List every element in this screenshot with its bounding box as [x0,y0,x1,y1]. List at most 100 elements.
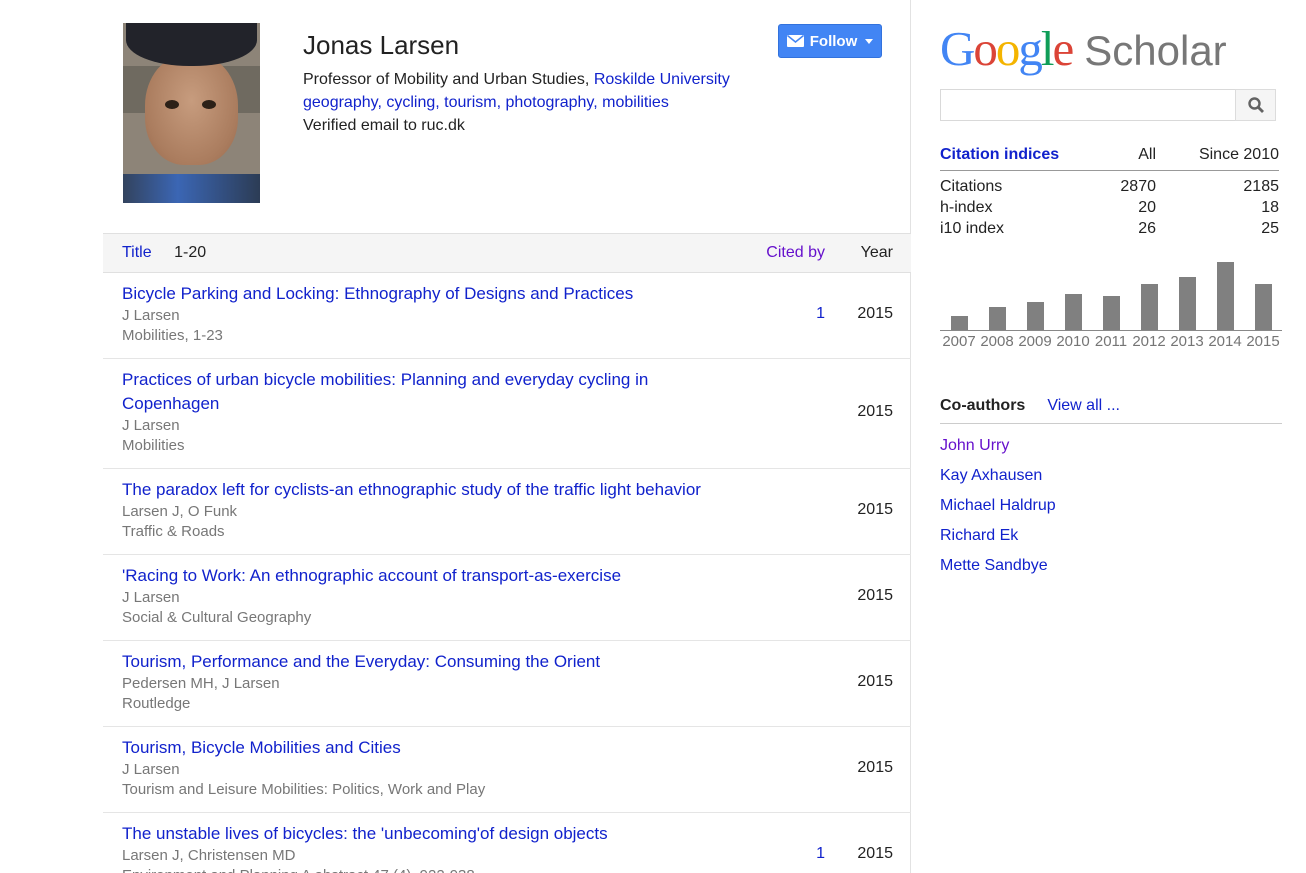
publication-authors: Larsen J, Christensen MD [122,846,722,866]
publication-title-cell: The unstable lives of bicycles: the 'unb… [103,822,725,873]
coauthors-section: Co-authors View all ... John UrryKay Axh… [940,397,1282,574]
citation-index-all-value: 2870 [1076,176,1156,197]
header-year-cell: Year [825,244,911,262]
publication-title-cell: Tourism, Bicycle Mobilities and CitiesJ … [103,736,725,800]
publication-row: Bicycle Parking and Locking: Ethnography… [103,273,911,359]
photo-cap [126,23,258,66]
citation-index-since-value: 18 [1156,197,1279,218]
affiliation-university-link[interactable]: Roskilde University [594,71,730,88]
profile-affiliation: Professor of Mobility and Urban Studies,… [303,68,730,91]
publication-cited-cell: 1 [725,305,825,323]
header-cited-cell: Cited by [725,244,825,262]
search-icon [1247,96,1265,114]
coauthors-list: John Urry Kay Axhausen Michael Haldrup Rich… [940,438,1282,574]
citation-index-row: Citations28702185 [940,176,1279,197]
cited-by-count-link[interactable]: 1 [816,305,825,322]
citation-index-since-value: 2185 [1156,176,1279,197]
publication-year: 2015 [825,403,911,421]
coauthor-link[interactable]: Kay Axhausen [940,468,1282,484]
citation-index-label: h-index [940,197,1076,218]
photo-jacket [123,174,260,203]
search-input[interactable] [940,89,1235,121]
scholar-logo-text: Scholar [1084,26,1226,76]
publication-row: Tourism, Performance and the Everyday: C… [103,641,911,727]
sidebar: Google Scholar Citation indices All Sinc… [911,0,1305,873]
publication-title-link[interactable]: The unstable lives of bicycles: the 'unb… [122,822,722,846]
publication-title-cell: Tourism, Performance and the Everyday: C… [103,650,725,714]
google-logo-letter: e [1053,24,1073,76]
chart-bars [940,261,1282,331]
publication-title-link[interactable]: Bicycle Parking and Locking: Ethnography… [122,282,722,306]
cited-by-count-link[interactable]: 1 [816,845,825,862]
citation-index-since-value: 25 [1156,218,1279,239]
publication-authors: J Larsen [122,760,722,780]
chart-bar-slot [1206,262,1244,330]
google-logo-letter: G [940,24,973,76]
profile-photo [123,23,260,203]
chart-year-label: 2015 [1244,331,1282,350]
chart-bar-slot [978,307,1016,330]
publication-year: 2015 [825,501,911,519]
search-button[interactable] [1235,89,1276,121]
interest-link[interactable]: mobilities [602,94,669,111]
header-title-cell: Title 1-20 [103,244,725,262]
publication-authors: J Larsen [122,306,722,326]
publication-title-link[interactable]: Tourism, Bicycle Mobilities and Cities [122,736,722,760]
publication-venue: Traffic & Roads [122,522,722,542]
publication-title-link[interactable]: Tourism, Performance and the Everyday: C… [122,650,722,674]
publication-row: Tourism, Bicycle Mobilities and CitiesJ … [103,727,911,813]
interest-link[interactable]: geography [303,94,377,111]
google-logo-letter: o [996,24,1019,76]
interest-link[interactable]: cycling [386,94,435,111]
chart-bar [1217,262,1234,330]
citation-indices-rows: Citations28702185h-index2018i10 index262… [940,176,1279,239]
coauthor-link[interactable]: Michael Haldrup [940,498,1282,514]
chart-bar [1255,284,1272,330]
chart-bar [1027,302,1044,330]
sort-by-title-link[interactable]: Title [122,244,152,261]
google-logo: Google [940,24,1072,74]
publication-row: Practices of urban bicycle mobilities: P… [103,359,911,469]
interest-link[interactable]: photography [505,94,593,111]
coauthor-link[interactable]: Mette Sandbye [940,558,1282,574]
chart-bar [1103,296,1120,330]
interest-link[interactable]: tourism [444,94,496,111]
follow-button[interactable]: Follow [778,24,882,58]
publication-title-link[interactable]: Practices of urban bicycle mobilities: P… [122,368,722,416]
publication-venue: Routledge [122,694,722,714]
chart-bar-slot [1168,277,1206,330]
chart-year-label: 2007 [940,331,978,350]
photo-face [145,54,238,166]
chart-year-label: 2009 [1016,331,1054,350]
publication-title-link[interactable]: The paradox left for cyclists-an ethnogr… [122,478,722,502]
result-range: 1-20 [174,244,206,261]
follow-button-label: Follow [810,33,858,50]
publication-row: The unstable lives of bicycles: the 'unb… [103,813,911,873]
publication-authors: J Larsen [122,588,722,608]
citation-index-label: Citations [940,176,1076,197]
citation-indices: Citation indices All Since 2010 Citation… [940,146,1279,239]
google-logo-letter: o [973,24,996,76]
citation-index-all-value: 26 [1076,218,1156,239]
chart-year-label: 2008 [978,331,1016,350]
publication-row: The paradox left for cyclists-an ethnogr… [103,469,911,555]
publication-title-cell: 'Racing to Work: An ethnographic account… [103,564,725,628]
publication-authors: Larsen J, O Funk [122,502,722,522]
coauthor-link[interactable]: John Urry [940,438,1282,454]
google-logo-letter: g [1018,24,1041,76]
scholar-logo[interactable]: Google Scholar [940,24,1305,76]
publication-year: 2015 [825,305,911,323]
research-interests: geography, cycling, tourism, photography… [303,91,730,114]
view-all-coauthors-link[interactable]: View all ... [1047,397,1120,415]
citation-index-label: i10 index [940,218,1076,239]
citation-indices-link[interactable]: Citation indices [940,146,1076,164]
publication-row: 'Racing to Work: An ethnographic account… [103,555,911,641]
publication-venue: Mobilities, 1-23 [122,326,722,346]
publication-title-link[interactable]: 'Racing to Work: An ethnographic account… [122,564,722,588]
profile-name: Jonas Larsen [303,28,730,62]
sort-by-cited-link[interactable]: Cited by [766,244,825,261]
chart-year-label: 2010 [1054,331,1092,350]
envelope-icon [787,35,804,47]
chart-year-label: 2011 [1092,331,1130,350]
coauthor-link[interactable]: Richard Ek [940,528,1282,544]
